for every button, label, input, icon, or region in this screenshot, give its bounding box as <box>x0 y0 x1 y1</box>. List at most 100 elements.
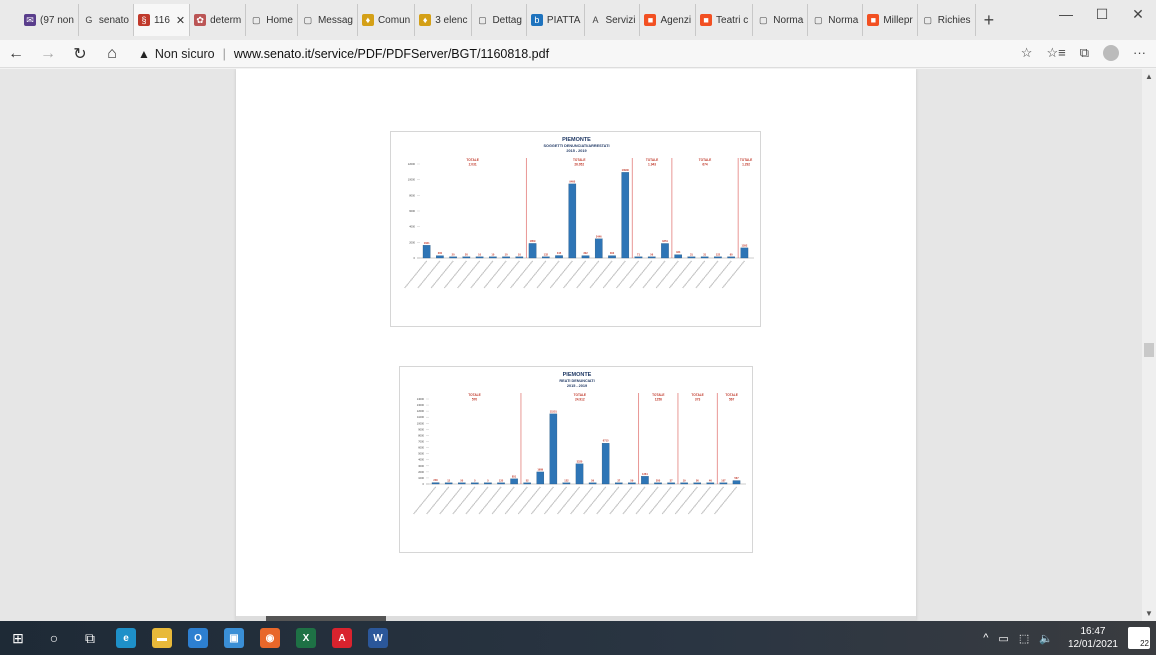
tab-8[interactable]: ▢ Dettag <box>472 4 527 36</box>
tab-label: Agenzi <box>660 14 692 26</box>
tab-16[interactable]: ▢ Richies <box>918 4 976 36</box>
taskbar-app-5[interactable]: X <box>288 621 324 655</box>
minimize-button[interactable]: — <box>1048 6 1084 23</box>
url-text[interactable]: www.senato.it/service/PDF/PDFServer/BGT/… <box>234 47 549 61</box>
tab-12[interactable]: ■ Teatri c <box>696 4 754 36</box>
tab-6[interactable]: ♦ Comun <box>358 4 416 36</box>
maximize-button[interactable]: ☐ <box>1084 6 1120 23</box>
y-tick-label: 8000 <box>409 193 415 197</box>
home-button[interactable]: ⌂ <box>96 45 128 63</box>
task-view-button[interactable]: ⧉ <box>72 621 108 655</box>
taskbar-app-1[interactable]: ▬ <box>144 621 180 655</box>
category-label-mark <box>602 260 626 289</box>
tab-5[interactable]: ▢ Messag <box>298 4 358 36</box>
tab-3[interactable]: ✿ determ <box>190 4 247 36</box>
category-label-mark <box>708 260 732 289</box>
close-tab-icon[interactable]: ✕ <box>176 14 185 27</box>
taskbar-app-4[interactable]: ◉ <box>252 621 288 655</box>
category-label-mark <box>457 260 481 289</box>
taskbar-app-0[interactable]: e <box>108 621 144 655</box>
tab-11[interactable]: ■ Agenzi <box>640 4 697 36</box>
battery-icon[interactable]: ▭ <box>998 632 1008 645</box>
taskbar-app-2[interactable]: O <box>180 621 216 655</box>
category-label-mark <box>510 260 533 289</box>
bar-value-label: 302 <box>583 251 588 255</box>
tab-14[interactable]: ▢ Norma <box>808 4 864 36</box>
forward-button[interactable]: → <box>32 45 64 63</box>
y-tick-label: 12000 <box>417 409 425 413</box>
bar-value-label: 302 <box>610 251 615 255</box>
notification-button[interactable]: 22 <box>1128 627 1150 649</box>
tab-label: 3 elenc <box>435 14 468 26</box>
group-total-label: TOTALE <box>740 158 752 162</box>
close-window-button[interactable]: ✕ <box>1120 6 1156 23</box>
category-label-mark <box>714 486 737 515</box>
search-button[interactable]: ○ <box>36 621 72 655</box>
scroll-down-icon[interactable]: ▼ <box>1145 609 1153 618</box>
group-total-label: TOTALE <box>466 158 478 162</box>
chart-reati: PIEMONTE REATI DENUNCIATI 2015 - 2019 0 1000… <box>399 366 753 553</box>
bar-value-label: 567 <box>734 476 739 480</box>
tray-arrow-icon[interactable]: ^ <box>983 632 988 644</box>
a-icon: A <box>592 15 599 25</box>
chart-title: PIEMONTE <box>563 372 592 378</box>
category-label-mark <box>483 260 507 289</box>
vertical-scrollbar[interactable]: ▲ ▼ <box>1142 69 1156 621</box>
bar-value-label: 59 <box>591 478 594 482</box>
favorite-star-icon[interactable]: ☆ <box>1021 45 1033 61</box>
taskbar-app-6[interactable]: A <box>324 621 360 655</box>
tab-label: Norma <box>828 14 859 26</box>
bar <box>654 482 662 485</box>
group-total-label: TOTALE <box>725 393 737 397</box>
y-tick-label: 4000 <box>418 458 424 462</box>
network-icon[interactable]: ⬚ <box>1019 632 1029 645</box>
y-tick-label: 14000 <box>417 397 425 401</box>
tab-4[interactable]: ▢ Home <box>246 4 298 36</box>
group-total-label: TOTALE <box>691 393 703 397</box>
bar-value-label: 31 <box>690 252 693 256</box>
group-total-value: 1.943 <box>648 163 656 167</box>
tab-0[interactable]: ✉ (97 non <box>20 4 79 36</box>
clock[interactable]: 16:47 12/01/2021 <box>1068 625 1118 651</box>
tab-13[interactable]: ▢ Norma <box>753 4 809 36</box>
volume-icon[interactable]: 🔈 <box>1039 632 1053 645</box>
tab-10[interactable]: A Servizi <box>585 4 641 36</box>
taskbar-app-7[interactable]: W <box>360 621 396 655</box>
category-label-mark <box>609 486 633 515</box>
bar-value-label: 5 <box>474 478 476 482</box>
pdf-viewer[interactable]: PIEMONTE SOGGETTI DENUNCIATI/ARRESTATI 201… <box>0 69 1142 621</box>
start-button[interactable]: ⊞ <box>0 621 36 655</box>
bar <box>727 256 735 259</box>
back-button[interactable]: ← <box>0 45 32 63</box>
taskbar-app-3[interactable]: ▣ <box>216 621 252 655</box>
category-label-mark <box>576 260 600 289</box>
category-label-mark <box>687 486 711 515</box>
scroll-thumb[interactable] <box>1144 343 1154 357</box>
new-tab-button[interactable]: + <box>976 10 1003 31</box>
profile-avatar[interactable] <box>1103 45 1119 61</box>
scroll-up-icon[interactable]: ▲ <box>1145 72 1153 81</box>
bar <box>422 245 431 259</box>
bar <box>700 256 709 259</box>
address-bar[interactable]: ▲ Non sicuro | www.senato.it/service/PDF… <box>138 47 549 61</box>
tab-15[interactable]: ■ Millepr <box>863 4 918 36</box>
bar <box>706 482 715 485</box>
bar <box>714 256 722 259</box>
tab-2[interactable]: § 116 ✕ <box>133 4 191 36</box>
category-label-mark <box>417 260 441 289</box>
security-label[interactable]: Non sicuro <box>155 47 215 61</box>
tab-1[interactable]: Gsenato <box>79 4 134 36</box>
more-menu-icon[interactable]: ··· <box>1133 45 1146 61</box>
refresh-button[interactable]: ↻ <box>64 44 96 64</box>
collections-icon[interactable]: ⧉ <box>1080 45 1089 61</box>
y-tick-label: 6000 <box>409 209 415 213</box>
favorites-icon[interactable]: ☆≡ <box>1046 45 1065 61</box>
tab-7[interactable]: ♦ 3 elenc <box>415 4 473 36</box>
page-icon: ▢ <box>814 14 823 25</box>
bar <box>489 256 497 259</box>
bar-value-label: 52 <box>526 478 529 482</box>
bar-value-label: 1989 <box>537 467 543 471</box>
tab-9[interactable]: b PIATTA <box>527 4 586 36</box>
warning-icon[interactable]: ▲ <box>138 47 150 61</box>
pdf-page: PIEMONTE SOGGETTI DENUNCIATI/ARRESTATI 201… <box>236 69 916 621</box>
